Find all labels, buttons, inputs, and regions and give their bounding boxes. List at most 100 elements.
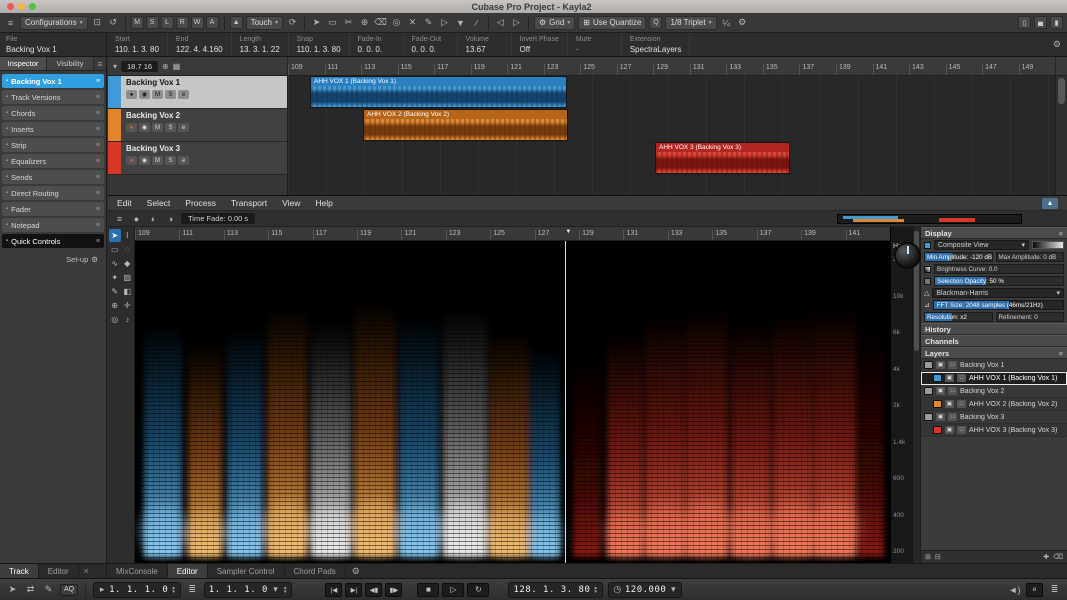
- record-enable-button[interactable]: ●: [126, 156, 137, 165]
- color-tool-icon[interactable]: ▼: [454, 16, 467, 30]
- add-group-icon[interactable]: ⊞: [925, 553, 931, 561]
- track-state-button[interactable]: R: [176, 16, 189, 29]
- audio-quantize-button[interactable]: AQ: [60, 584, 78, 596]
- grid-snap-icon[interactable]: ▦: [173, 62, 181, 71]
- nudge-left-icon[interactable]: ◁: [494, 16, 507, 30]
- line-tool-icon[interactable]: ∕: [470, 16, 483, 30]
- track-name[interactable]: Backing Vox 2: [126, 111, 282, 120]
- layer-row[interactable]: ▣ □ AHH VOX 3 (Backing Vox 3): [921, 424, 1067, 437]
- history-section-header[interactable]: History: [921, 323, 1067, 335]
- record-enable-button[interactable]: ●: [126, 123, 137, 132]
- max-amplitude-field[interactable]: Max Amplitude: 0 dB: [996, 252, 1065, 262]
- fft-size-slider[interactable]: FFT Size: 2048 samples (46ms/21Hz): [933, 300, 1064, 310]
- track-row[interactable]: Backing Vox 2 ● ◉ M S e: [108, 109, 287, 142]
- mute-button[interactable]: M: [152, 123, 163, 132]
- inspector-section[interactable]: ▪ Sends ≡: [2, 170, 104, 184]
- overview-minimap[interactable]: [837, 214, 1022, 224]
- inspector-tab[interactable]: Inspector: [0, 57, 47, 70]
- layer-visibility-toggle[interactable]: ▣: [945, 400, 954, 408]
- inspector-section[interactable]: ▪ Equalizers ≡: [2, 154, 104, 168]
- close-window-button[interactable]: [7, 3, 14, 10]
- grid-type-select[interactable]: ⚙ Grid ▾: [534, 16, 575, 30]
- arrange-vertical-scrollbar[interactable]: [1055, 76, 1067, 195]
- secondary-time-display[interactable]: 1. 1. 1. 0: [209, 585, 268, 595]
- layer-visibility-toggle[interactable]: ▣: [936, 361, 945, 369]
- time-stepper[interactable]: ▲▼: [283, 586, 287, 594]
- composite-view-select[interactable]: Composite View ▾: [934, 240, 1029, 250]
- layer-visibility-toggle[interactable]: ▣: [936, 413, 945, 421]
- panel-collapse-button[interactable]: ▲: [1042, 198, 1058, 209]
- time-stepper[interactable]: ▲▼: [171, 586, 175, 594]
- lock-icon[interactable]: ▾: [271, 584, 280, 595]
- layer-row[interactable]: ▣ □ Backing Vox 1: [921, 359, 1067, 372]
- zone-tab[interactable]: Editor: [39, 564, 79, 578]
- collapse-all-icon[interactable]: ⊟: [935, 553, 941, 561]
- zoom-tool-icon[interactable]: ◎: [390, 16, 403, 30]
- min-amplitude-field[interactable]: Min Amplitude: -120 dB: [924, 252, 993, 262]
- configurations-button[interactable]: Configurations ▾: [20, 16, 88, 30]
- inspector-menu-icon[interactable]: ≡: [94, 57, 106, 70]
- info-field-value[interactable]: 0. 0. 0.: [412, 44, 449, 55]
- layer-visibility-toggle[interactable]: ▣: [936, 387, 945, 395]
- spectrogram-canvas[interactable]: [135, 241, 890, 563]
- elliptical-selection-tool-icon[interactable]: ◌: [122, 243, 134, 256]
- right-zone-toggle-icon[interactable]: ▮: [1050, 16, 1063, 29]
- inspector-tab[interactable]: Visibility: [47, 57, 94, 70]
- speaker-icon[interactable]: ◄): [1008, 585, 1021, 595]
- primary-time-display[interactable]: 1. 1. 1. 0: [109, 585, 168, 595]
- info-field-value[interactable]: 13.67: [466, 44, 503, 55]
- info-field-value[interactable]: Off: [520, 44, 559, 55]
- selection-opacity-field[interactable]: Selection Opacity: 50 %: [934, 276, 1064, 286]
- layer-row[interactable]: ▣ □ AHH VOX 2 (Backing Vox 2): [921, 398, 1067, 411]
- left-zone-toggle-icon[interactable]: ▯: [1018, 16, 1031, 29]
- menu-item[interactable]: Process: [185, 198, 216, 208]
- erase-tool-icon[interactable]: ⌫: [374, 16, 387, 30]
- inspector-section[interactable]: ▪ Strip ≡: [2, 138, 104, 152]
- audio-event[interactable]: AHH VOX 3 (Backing Vox 3): [655, 142, 790, 174]
- info-field-value[interactable]: 122. 4. 4.160: [176, 44, 223, 55]
- resolution-field[interactable]: Resolution: x2: [924, 312, 993, 322]
- layer-visibility-toggle[interactable]: ▣: [945, 374, 954, 382]
- tempo-display[interactable]: 120.000: [625, 585, 666, 595]
- monitor-button[interactable]: ◉: [139, 123, 150, 132]
- zoom-in-icon[interactable]: ⊕: [162, 62, 169, 71]
- lower-zone-settings-icon[interactable]: ⚙: [346, 564, 366, 578]
- track-row[interactable]: Backing Vox 3 ● ◉ M S e: [108, 142, 287, 175]
- cycle-button[interactable]: ↻: [467, 583, 489, 597]
- pointer-tool-icon[interactable]: ➤: [6, 584, 19, 595]
- quantize-panel-icon[interactable]: ⚙: [736, 16, 749, 30]
- mute-button[interactable]: M: [152, 156, 163, 165]
- info-field-value[interactable]: 13. 3. 1. 22: [240, 44, 280, 55]
- track-state-button[interactable]: W: [191, 16, 204, 29]
- timeline-ruler[interactable]: 1091111131151171191211231251271291311331…: [288, 57, 1055, 75]
- hamburger-icon[interactable]: ≡: [4, 16, 17, 30]
- brush-selection-tool-icon[interactable]: ◆: [122, 257, 134, 270]
- inspector-section[interactable]: ▪ Quick Controls ≡: [2, 234, 104, 248]
- layer-lock-toggle[interactable]: □: [948, 413, 957, 421]
- layers-section-header[interactable]: Layers ≡: [921, 347, 1067, 359]
- inspector-setup[interactable]: Set-up ⚙: [0, 251, 106, 268]
- layer-lock-toggle[interactable]: □: [948, 387, 957, 395]
- info-line-settings-icon[interactable]: ⚙: [1047, 33, 1067, 56]
- edit-channel-button[interactable]: e: [1026, 583, 1043, 597]
- edit-channel-button[interactable]: e: [178, 123, 189, 132]
- solo-button[interactable]: S: [165, 156, 176, 165]
- transport-menu-icon[interactable]: ≣: [1048, 584, 1061, 595]
- inspector-section[interactable]: ▪ Direct Routing ≡: [2, 186, 104, 200]
- layer-row[interactable]: ▣ □ AHH VOX 1 (Backing Vox 1): [921, 372, 1067, 385]
- inspector-section[interactable]: ▪ Fader ≡: [2, 202, 104, 216]
- automation-read-icon[interactable]: ▲: [230, 16, 243, 29]
- editor-menu-icon[interactable]: ≡: [113, 212, 126, 226]
- info-field-value[interactable]: SpectraLayers: [630, 44, 682, 55]
- section-menu-icon[interactable]: ≡: [1059, 229, 1063, 238]
- go-to-start-button[interactable]: |◀: [325, 583, 342, 597]
- inspector-section[interactable]: ▪ Chords ≡: [2, 106, 104, 120]
- layer-row[interactable]: ▣ □ Backing Vox 2: [921, 385, 1067, 398]
- inspector-section[interactable]: ▪ Backing Vox 1 ≡: [2, 74, 104, 88]
- menu-item[interactable]: Transport: [231, 198, 267, 208]
- inspector-section[interactable]: ▪ Track Versions ≡: [2, 90, 104, 104]
- locator-stepper[interactable]: ▲▼: [593, 586, 597, 594]
- rectangular-selection-tool-icon[interactable]: ▭: [109, 243, 121, 256]
- info-field-value[interactable]: ·: [576, 44, 613, 55]
- range-tool-icon[interactable]: ▭: [326, 16, 339, 30]
